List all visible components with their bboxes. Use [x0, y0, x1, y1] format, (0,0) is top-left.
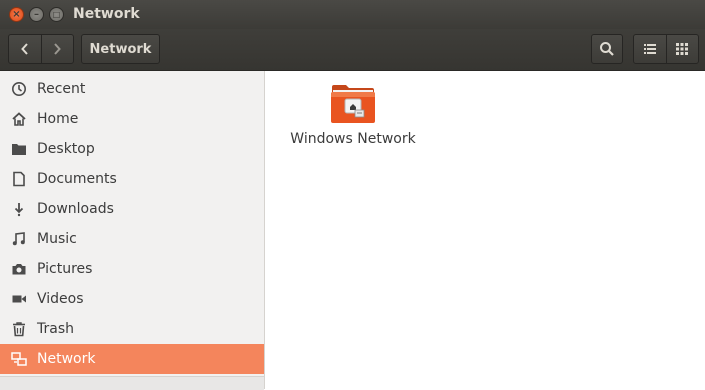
home-icon [10, 110, 28, 128]
sidebar-item-label: Home [37, 111, 79, 127]
file-item-label: Windows Network [290, 131, 416, 147]
sidebar-item-pictures[interactable]: Pictures [0, 254, 264, 284]
clock-icon [10, 80, 28, 98]
chevron-left-icon [20, 43, 28, 55]
sidebar-item-label: Trash [37, 321, 74, 337]
list-view-button[interactable] [634, 35, 666, 63]
sidebar-item-label: Pictures [37, 261, 93, 277]
sidebar-item-label: Documents [37, 171, 117, 187]
sidebar-item-label: Music [37, 231, 77, 247]
sidebar-item-desktop[interactable]: Desktop [0, 134, 264, 164]
window-title: Network [73, 6, 140, 22]
toolbar: Network [0, 29, 705, 71]
sidebar-item-network[interactable]: Network [0, 344, 264, 374]
sidebar-item-videos[interactable]: Videos [0, 284, 264, 314]
sidebar-item-recent[interactable]: Recent [0, 74, 264, 104]
file-view: Windows Network [272, 71, 705, 389]
network-icon [10, 350, 28, 368]
document-icon [10, 170, 28, 188]
music-icon [10, 230, 28, 248]
forward-button[interactable] [40, 35, 74, 63]
list-view-icon [643, 44, 656, 54]
nav-button-group [8, 34, 74, 64]
camera-icon [10, 260, 28, 278]
grid-view-button[interactable] [665, 35, 699, 63]
sidebar-item-home[interactable]: Home [0, 104, 264, 134]
sidebar-item-label: Desktop [37, 141, 95, 157]
window-maximize-button[interactable]: □ [49, 7, 64, 22]
sidebar-item-downloads[interactable]: Downloads [0, 194, 264, 224]
chevron-right-icon [54, 43, 62, 55]
network-folder-icon [331, 85, 375, 123]
file-item-windows-network[interactable]: Windows Network [288, 83, 418, 147]
sidebar-item-label: Network [37, 351, 96, 367]
path-bar-network[interactable]: Network [81, 34, 160, 64]
window-minimize-button[interactable]: – [29, 7, 44, 22]
video-icon [10, 290, 28, 308]
title-bar: × – □ Network [0, 0, 705, 29]
sidebar: Recent Home Desktop Documents Downloads … [0, 71, 265, 390]
download-icon [10, 200, 28, 218]
minimize-icon: – [34, 8, 39, 20]
sidebar-item-label: Downloads [37, 201, 114, 217]
sidebar-item-trash[interactable]: Trash [0, 314, 264, 344]
sidebar-item-documents[interactable]: Documents [0, 164, 264, 194]
desktop-folder-icon [10, 140, 28, 158]
sidebar-bottom-edge [0, 376, 264, 390]
grid-view-icon [676, 43, 689, 55]
sidebar-item-label: Recent [37, 81, 86, 97]
view-button-group [633, 34, 699, 64]
sidebar-item-label: Videos [37, 291, 84, 307]
maximize-icon: □ [52, 9, 61, 19]
window-close-button[interactable]: × [9, 7, 24, 22]
back-button[interactable] [9, 35, 41, 63]
search-icon [600, 42, 614, 56]
close-icon: × [12, 8, 21, 20]
sidebar-item-music[interactable]: Music [0, 224, 264, 254]
trash-icon [10, 320, 28, 338]
search-button[interactable] [591, 34, 623, 64]
